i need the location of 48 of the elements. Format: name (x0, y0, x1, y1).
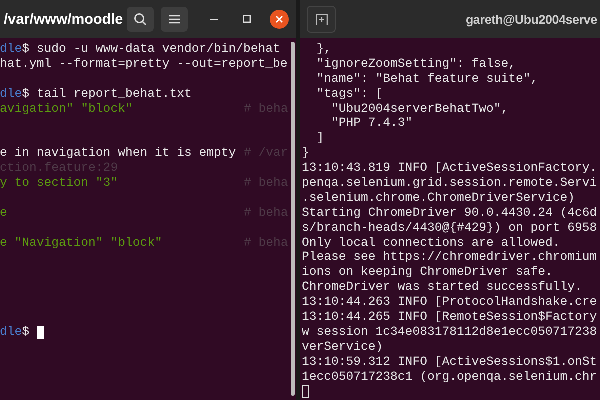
terminal-text: }, (316, 42, 332, 57)
window-title: gareth@Ubu2004serve (466, 12, 598, 29)
terminal-text: $ (22, 324, 31, 340)
terminal-text: 13:10:43.819 INFO [ActiveSessionFactory. (302, 161, 598, 176)
close-icon (276, 16, 283, 23)
prompt-path: dle (0, 86, 22, 102)
terminal-text: 13:10:44.263 INFO [ProtocolHandshake.cre (302, 295, 598, 310)
terminal-text: 13:10:59.312 INFO [ActiveSessions$1.onSt (302, 354, 598, 370)
terminal-text: e in navigation when it is empty (0, 146, 236, 162)
terminal-text: Please see https://chromedriver.chromium (302, 250, 598, 266)
terminal-text: verService) (302, 340, 384, 355)
terminal-text: "ignoreZoomSetting": false, (316, 56, 516, 72)
terminal-text: 13:10:44.265 INFO [RemoteSession$Factory (302, 310, 598, 325)
terminal-text: penqa.selenium.grid.session.remote.Servi (302, 176, 598, 191)
new-tab-icon (316, 14, 328, 25)
terminal-text: hat.yml --format=pretty --out=report_be (0, 56, 288, 72)
terminal-text: Only local connections are allowed. (302, 236, 560, 250)
terminal-text: 1ecc050717238c1 (org.openqa.selenium.chr (302, 370, 598, 384)
maximize-icon (243, 15, 251, 23)
terminal-text: ] (316, 131, 324, 146)
terminal-text: } (302, 146, 310, 162)
terminal-text: avigation" "block" (0, 102, 133, 116)
terminal-text: $ tail report_behat.txt (22, 86, 192, 102)
search-icon (134, 13, 147, 26)
terminal-text: e "Navigation" "block" (0, 236, 162, 250)
prompt-path: dle (0, 42, 22, 57)
terminal-text: Starting ChromeDriver 90.0.4430.24 (4c6d (302, 206, 598, 221)
terminal-text: "PHP 7.4.3" (330, 116, 413, 132)
terminal-text: "name": "Behat feature suite", (316, 72, 538, 87)
menu-icon (169, 15, 180, 24)
terminal-text: e (0, 206, 8, 221)
prompt-path: dle (0, 324, 22, 340)
terminal-text: ChromeDriver was started successfully. (302, 280, 582, 296)
terminal-text: "tags": [ (316, 86, 384, 102)
search-button[interactable] (127, 7, 154, 32)
scrollbar[interactable] (291, 42, 295, 396)
terminal-text: "Ubu2004serverBehatTwo", (330, 102, 509, 116)
terminal-text: ions on keeping ChromeDriver safe. (302, 265, 553, 280)
close-button[interactable] (270, 10, 289, 29)
window-title: /var/www/moodle (4, 11, 124, 30)
menu-button[interactable] (161, 7, 188, 32)
minimize-icon (210, 19, 218, 21)
terminal-text: y to section "3" (0, 176, 118, 191)
terminal-text: s/branch-heads/4430@{#429}) on port 6958 (302, 220, 598, 236)
terminal-text: .selenium.chrome.ChromeDriverService) (302, 190, 576, 206)
new-tab-button[interactable] (307, 6, 336, 33)
terminal-text: w session 1c34e083178112d8e1ecc050717238 (302, 324, 598, 340)
terminal-text: $ sudo -u www-data vendor/bin/behat (22, 42, 280, 57)
